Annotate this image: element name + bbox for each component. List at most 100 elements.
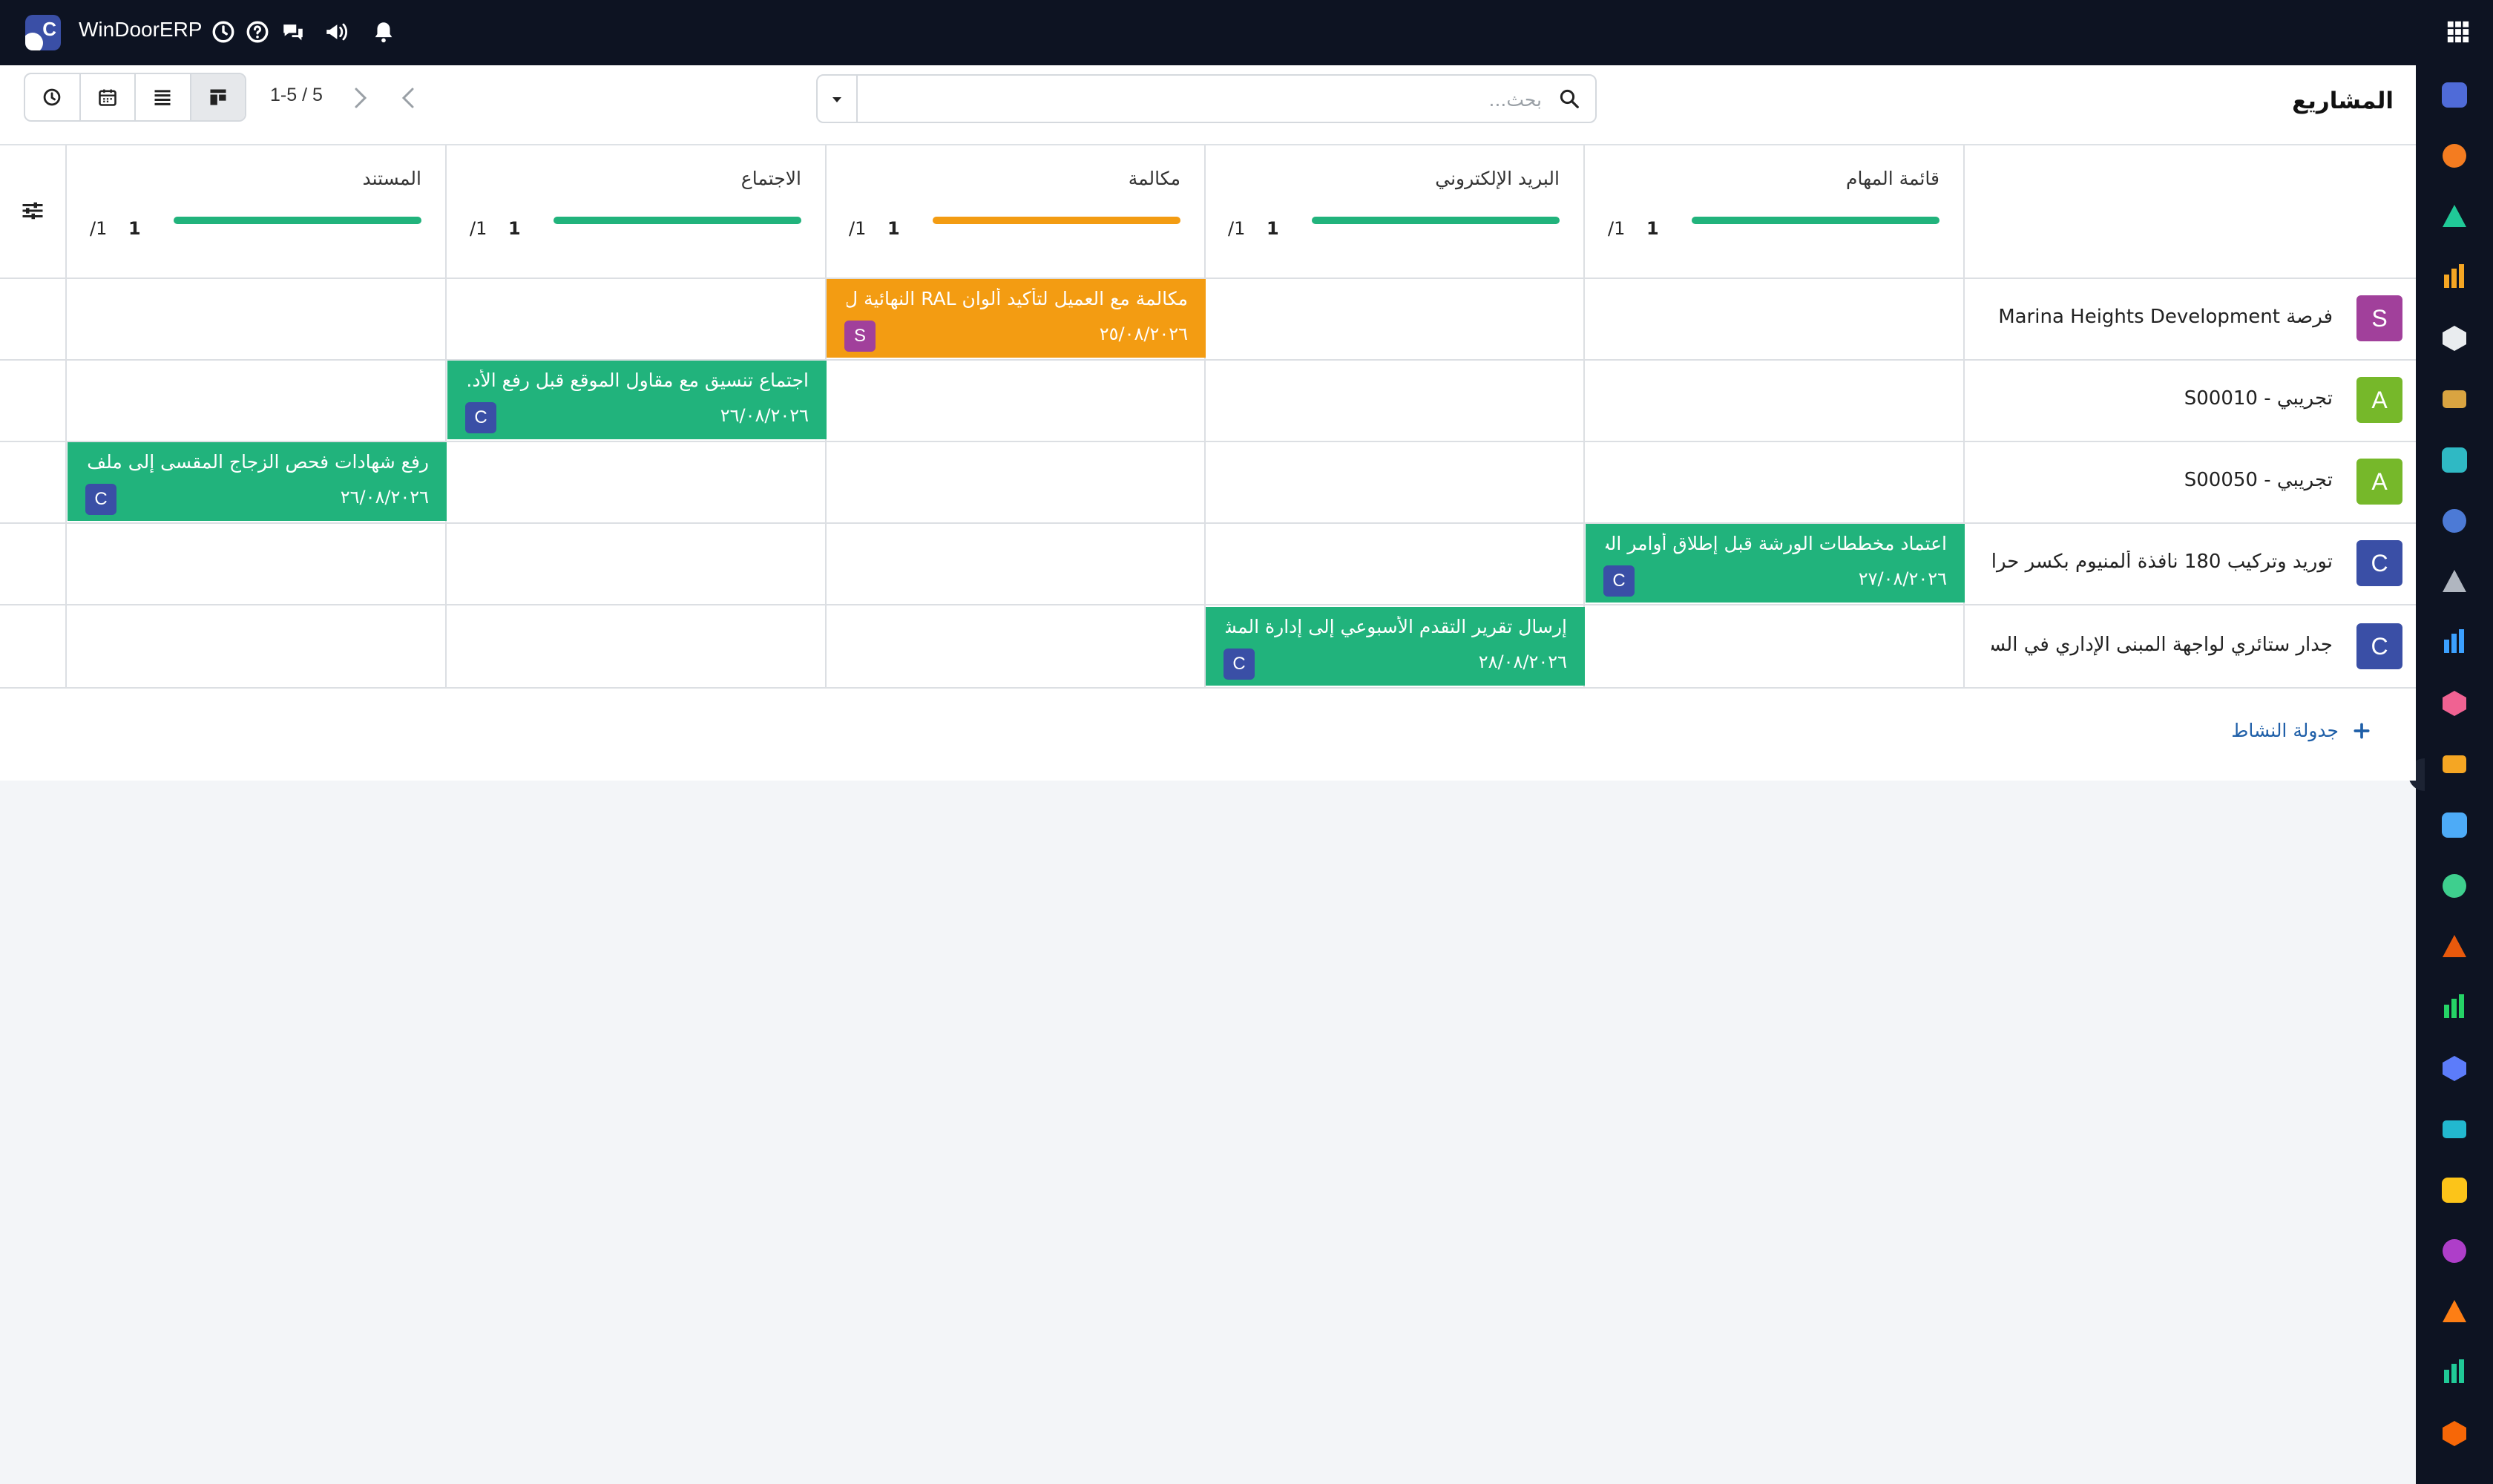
column-progress-bar[interactable] <box>174 217 421 224</box>
row-label[interactable]: تجريبي - S00010 <box>2184 387 2333 410</box>
app-logo[interactable]: C <box>25 15 61 50</box>
column-total: /1 <box>1608 218 1626 239</box>
package-icon[interactable] <box>2438 322 2471 355</box>
avatar[interactable]: C <box>2356 540 2402 586</box>
grid-hline <box>0 278 2416 279</box>
avatar[interactable]: A <box>2356 459 2402 505</box>
kanban-view-button[interactable] <box>189 74 245 120</box>
hexagon-icon[interactable] <box>2438 1296 2471 1328</box>
activity-deadline: ٢٨/٠٨/٢٠٢٦ <box>1478 651 1567 672</box>
grid-vline <box>65 145 67 689</box>
search-input[interactable] <box>862 76 1543 123</box>
avatar[interactable]: C <box>2356 623 2402 669</box>
activity-card[interactable]: إرسال تقرير التقدم الأسبوعي إلى إدارة ال… <box>1206 607 1585 686</box>
app-name[interactable]: WinDoorERP <box>79 18 202 42</box>
column-progress-bar[interactable] <box>554 217 801 224</box>
schedule-activity-button[interactable]: جدولة النشاط <box>2231 720 2371 741</box>
activity-card[interactable]: اعتماد مخططات الورشة قبل إطلاق أوامر الت… <box>1586 524 1965 603</box>
search-options-toggle[interactable] <box>818 76 858 122</box>
column-header-title[interactable]: قائمة المهام <box>1846 168 1939 189</box>
pen-icon[interactable] <box>2438 809 2471 841</box>
calendar-view-button[interactable] <box>79 74 135 120</box>
list-view-button[interactable] <box>134 74 190 120</box>
avatar[interactable]: S <box>2356 295 2402 341</box>
column-progress-fill <box>1692 217 1939 224</box>
activity-card[interactable]: مكالمة مع العميل لتأكيد ألوان RAL النهائ… <box>827 279 1206 358</box>
activity-deadline: ٢٦/٠٨/٢٠٢٦ <box>720 405 809 426</box>
column-progress-bar[interactable] <box>1692 217 1939 224</box>
chat-bubble-icon[interactable] <box>2438 139 2471 172</box>
row-label[interactable]: توريد وتركيب 180 نافذة ألمنيوم بكسر حرار… <box>1991 551 2333 573</box>
bell-icon[interactable] <box>371 19 396 45</box>
apps-grid-icon[interactable] <box>2446 19 2471 45</box>
team-icon[interactable] <box>2438 687 2471 720</box>
column-count: 1 <box>1267 218 1279 239</box>
clock-icon[interactable] <box>211 19 236 45</box>
sign-icon[interactable] <box>2438 200 2471 233</box>
assignee-avatar[interactable]: C <box>1223 649 1255 680</box>
dashboard-icon[interactable] <box>2438 930 2471 963</box>
marketing-icon[interactable] <box>2438 79 2471 111</box>
activity-summary: رفع شهادات فحص الزجاج المقسى إلى ملف ال.… <box>88 451 429 473</box>
pager-value[interactable]: 1-5 / 5 <box>270 85 323 106</box>
column-count: 1 <box>508 218 521 239</box>
calendar-31-icon[interactable] <box>2438 748 2471 781</box>
receipt-icon[interactable] <box>2438 626 2471 659</box>
row-label[interactable]: جدار ستائري لواجهة المبنى الإداري في الس… <box>1991 634 2333 656</box>
assignee-avatar[interactable]: C <box>85 484 116 515</box>
book-icon[interactable] <box>2438 505 2471 537</box>
activity-card[interactable]: اجتماع تنسيق مع مقاول الموقع قبل رفع الأ… <box>447 361 827 439</box>
grid-vline <box>1963 145 1965 689</box>
schedule-activity-label: جدولة النشاط <box>2231 720 2339 741</box>
timer-icon[interactable] <box>2438 1052 2471 1085</box>
announcement-icon[interactable] <box>323 19 349 45</box>
column-progress-fill <box>554 217 801 224</box>
caret-down-icon <box>832 97 841 102</box>
column-header-title[interactable]: مكالمة <box>1129 168 1180 189</box>
row-label[interactable]: تجريبي - S00050 <box>2184 469 2333 491</box>
wave-icon[interactable] <box>2438 1113 2471 1146</box>
activity-summary: إرسال تقرير التقدم الأسبوعي إلى إدارة ال… <box>1226 616 1567 637</box>
activity-summary: اجتماع تنسيق مع مقاول الموقع قبل رفع الأ… <box>467 370 809 391</box>
pager-previous-button[interactable] <box>387 76 429 120</box>
contact-card-icon[interactable] <box>2438 870 2471 902</box>
box-icon[interactable] <box>2438 565 2471 598</box>
grid-hline <box>0 522 2416 524</box>
activity-summary: مكالمة مع العميل لتأكيد ألوان RAL النهائ… <box>847 288 1188 309</box>
photo-icon[interactable] <box>2438 383 2471 416</box>
kanban-icon <box>210 89 226 105</box>
activity-card[interactable]: رفع شهادات فحص الزجاج المقسى إلى ملف ال.… <box>68 442 447 521</box>
column-progress-bar[interactable] <box>1312 217 1560 224</box>
column-total: /1 <box>849 218 867 239</box>
search-icon[interactable] <box>1558 88 1580 110</box>
bar-chart-icon[interactable] <box>2438 261 2471 294</box>
pager-next-button[interactable] <box>340 76 381 120</box>
settings-hex-icon[interactable] <box>2438 1417 2471 1450</box>
avatar[interactable]: A <box>2356 377 2402 423</box>
column-header-title[interactable]: البريد الإلكتروني <box>1435 168 1560 189</box>
pie-icon[interactable] <box>2438 1356 2471 1389</box>
assignee-avatar[interactable]: S <box>844 321 876 352</box>
column-progress-bar[interactable] <box>933 217 1180 224</box>
help-icon[interactable] <box>245 19 270 45</box>
menu-bars-icon[interactable] <box>2438 1235 2471 1267</box>
assignee-avatar[interactable]: C <box>1603 565 1635 597</box>
send-icon[interactable] <box>2438 1174 2471 1206</box>
top-navbar: C WinDoorERP <box>0 0 2493 65</box>
checkmark-icon[interactable] <box>2438 444 2471 476</box>
discuss-icon[interactable] <box>280 19 306 45</box>
activity-deadline: ٢٥/٠٨/٢٠٢٦ <box>1099 324 1188 344</box>
grid-hline <box>0 359 2416 361</box>
column-header-title[interactable]: الاجتماع <box>741 168 801 189</box>
page-title: المشاريع <box>2292 88 2394 114</box>
whatsapp-icon[interactable] <box>2438 991 2471 1024</box>
column-settings-icon[interactable] <box>19 197 46 224</box>
activity-view-button[interactable] <box>25 74 79 120</box>
row-label[interactable]: فرصة Marina Heights Development <box>1998 306 2333 328</box>
grid-vline <box>445 145 447 689</box>
column-header-title[interactable]: المستند <box>362 168 421 189</box>
column-total: /1 <box>470 218 487 239</box>
schedule-activity-row: جدولة النشاط <box>0 690 2416 781</box>
assignee-avatar[interactable]: C <box>465 402 496 433</box>
app-sidebar <box>2408 65 2493 1484</box>
